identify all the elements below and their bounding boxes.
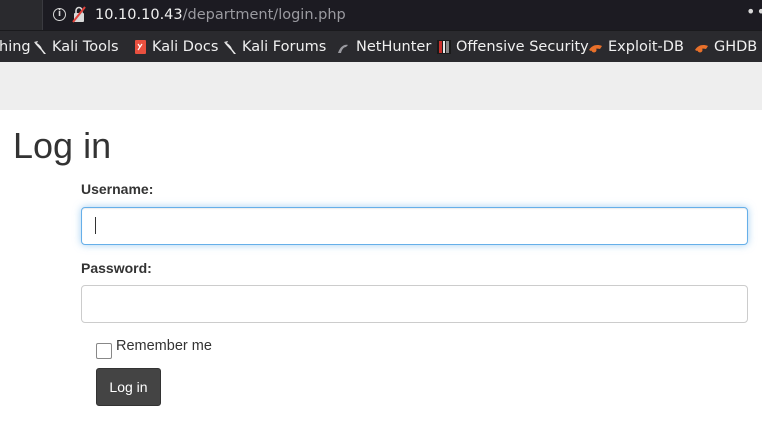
bookmark-label: Offensive Security [456,38,589,55]
url-path: /department/login.php [182,7,346,23]
page-title: Log in [13,125,112,166]
page-header-band [0,62,762,110]
bookmark-label: Kali Forums [242,38,327,55]
bookmark-label: Kali Tools [52,38,119,55]
bookmark-exploit-db[interactable]: Exploit-DB [588,31,684,62]
bookmarks-toolbar: hing Kali Tools Kali Docs Kali Forums Ne… [0,30,762,62]
login-button[interactable]: Log in [96,368,161,406]
url-text[interactable]: 10.10.10.43/department/login.php [95,5,346,25]
remember-me-label[interactable]: Remember me [116,338,212,354]
ghdb-icon [695,44,708,52]
kali-dragon-icon [34,40,46,54]
password-label: Password: [81,260,152,276]
bookmark-label: Exploit-DB [608,38,684,55]
browser-url-row: i 10.10.10.43/department/login.php ••• [0,0,762,30]
tab-strip-edge [0,0,42,30]
bookmark-offensive-security[interactable]: Offensive Security [436,31,589,62]
password-input[interactable] [81,285,748,323]
bookmark-label: Kali Docs [152,38,219,55]
bookmark-label: NetHunter [356,38,432,55]
bookmark-item[interactable]: hing [0,31,31,62]
kali-dragon-icon [224,40,236,54]
bookmark-label: GHDB [714,38,758,55]
exploit-db-icon [589,44,602,52]
url-host: 10.10.10.43 [95,7,183,23]
info-icon[interactable]: i [53,8,66,21]
bookmark-ghdb[interactable]: GHDB [694,31,757,62]
page-actions-menu-icon[interactable]: ••• [746,4,762,22]
username-label: Username: [81,181,154,197]
bookmark-nethunter[interactable]: NetHunter [336,31,431,62]
insecure-lock-icon[interactable] [72,6,86,23]
bookmark-kali-docs[interactable]: Kali Docs [132,31,218,62]
text-caret [95,217,96,234]
nethunter-icon [338,44,348,53]
bookmark-kali-forums[interactable]: Kali Forums [222,31,326,62]
bookmark-label: hing [0,38,31,55]
kali-docs-icon [135,39,146,54]
username-input[interactable] [81,207,748,245]
remember-me-checkbox[interactable] [96,343,112,359]
bookmark-kali-tools[interactable]: Kali Tools [32,31,119,62]
offsec-icon [437,39,451,54]
